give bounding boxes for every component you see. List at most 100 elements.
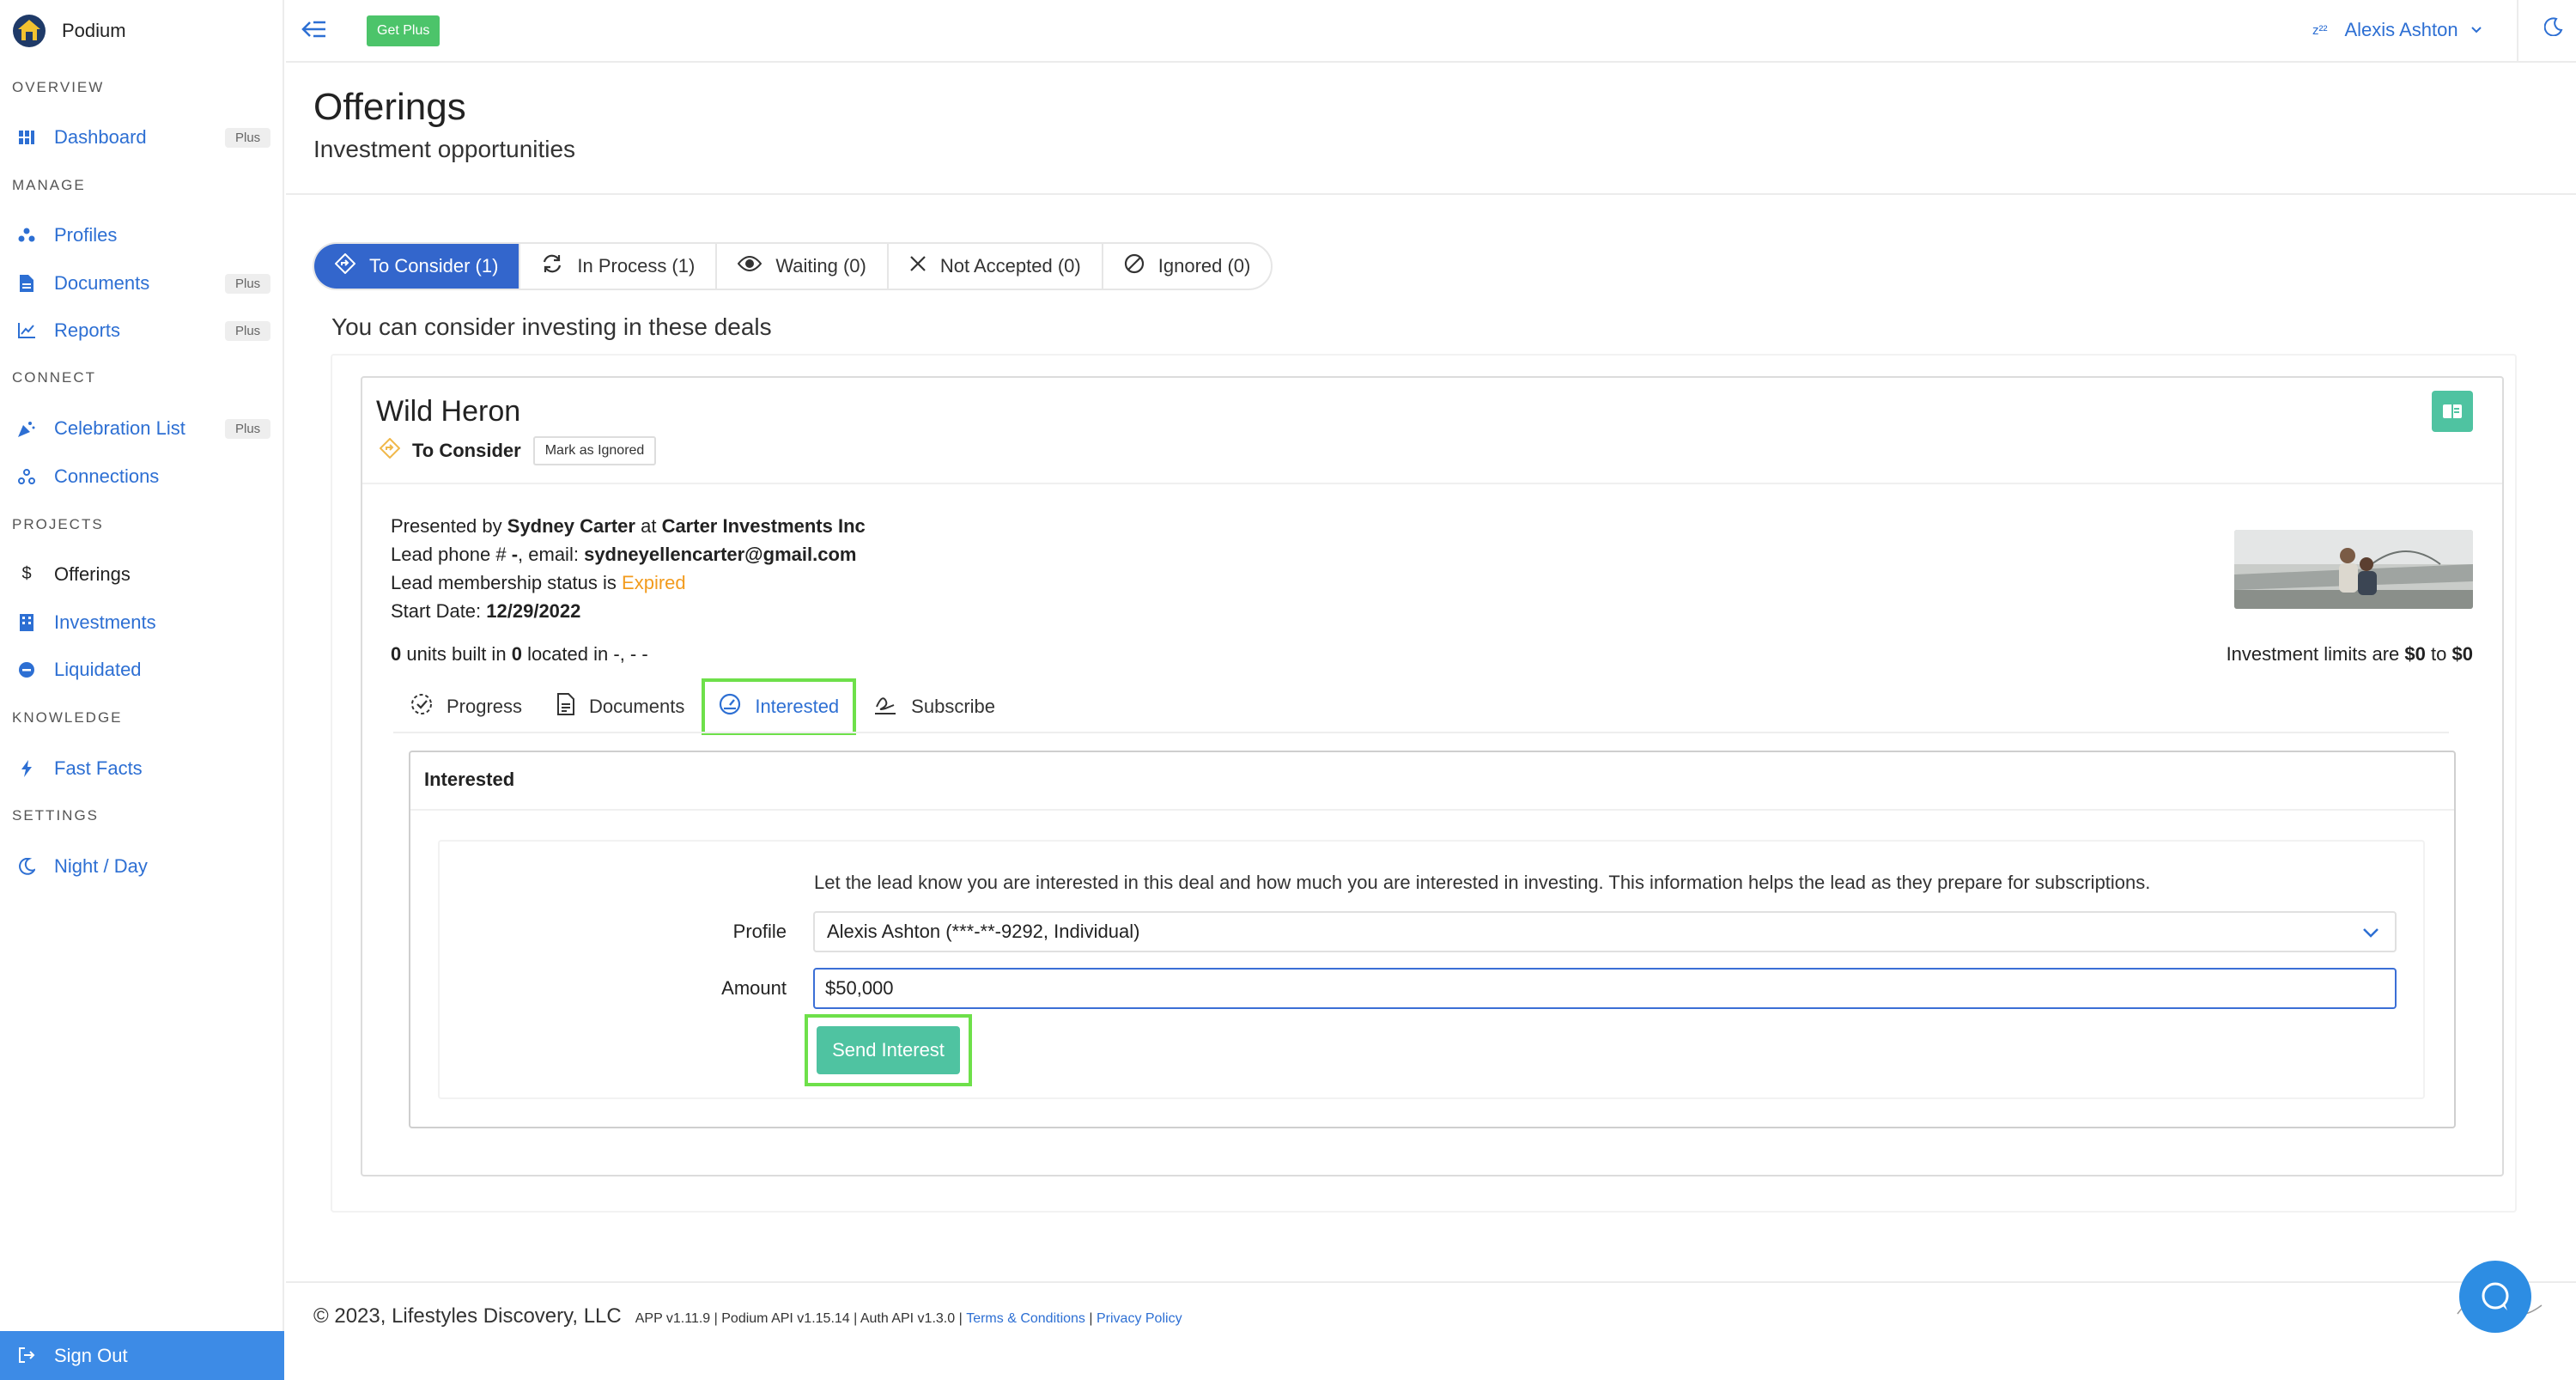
offering-status-tabs: To Consider (1) In Process (1) Waiting (…: [313, 242, 1273, 290]
sidebar-item-label: Liquidated: [54, 659, 142, 680]
signature-icon: [873, 693, 897, 721]
deal-details-button[interactable]: [2432, 391, 2473, 432]
subtab-divider: [393, 732, 2449, 733]
email-prefix: , email:: [518, 544, 579, 565]
panel-divider: [410, 809, 2454, 811]
file-icon: [17, 274, 36, 293]
send-interest-highlight: Send Interest: [805, 1014, 972, 1086]
sidebar-item-reports[interactable]: Reports Plus: [0, 311, 284, 350]
tab-ignored[interactable]: Ignored (0): [1103, 244, 1272, 289]
subtab-documents[interactable]: Documents: [539, 678, 702, 735]
sidebar-item-documents[interactable]: Documents Plus: [0, 264, 284, 303]
limit-min: $0: [2404, 643, 2426, 665]
sidebar-item-profiles[interactable]: Profiles: [0, 216, 284, 255]
interested-heading: Interested: [424, 769, 515, 790]
sign-out-button[interactable]: Sign Out: [0, 1331, 284, 1380]
user-name: Alexis Ashton: [2344, 19, 2458, 40]
sidebar-item-offerings[interactable]: $ Offerings: [0, 555, 284, 594]
tab-in-process[interactable]: In Process (1): [520, 244, 718, 289]
membership-prefix: Lead membership status is: [391, 572, 617, 593]
footer-divider: [286, 1281, 2576, 1283]
presenter-company: Carter Investments Inc: [661, 515, 866, 537]
network-icon: [17, 467, 36, 486]
x-icon: [909, 254, 927, 278]
sidebar-item-dashboard[interactable]: Dashboard Plus: [0, 118, 284, 157]
chart-icon: [17, 321, 36, 340]
users-icon: [17, 226, 36, 245]
chevron-down-icon: [2362, 921, 2379, 944]
version-info: APP v1.11.9 | Podium API v1.15.14 | Auth…: [635, 1311, 963, 1326]
sidebar-item-label: Documents: [54, 272, 150, 294]
limits-prefix: Investment limits are: [2226, 643, 2400, 665]
theme-toggle-moon-icon[interactable]: [2543, 17, 2563, 42]
party-icon: [17, 419, 36, 438]
dashboard-icon: [17, 128, 36, 147]
lead-phone-prefix: Lead phone #: [391, 544, 507, 565]
sidebar-item-night-day[interactable]: Night / Day: [0, 847, 284, 886]
refresh-icon: [541, 253, 563, 280]
page-title: Offerings: [313, 86, 466, 128]
units-mid: units built in: [406, 643, 507, 665]
deal-title: Wild Heron: [376, 395, 521, 428]
sidebar-item-fast-facts[interactable]: Fast Facts: [0, 749, 284, 788]
located-mid: located in: [527, 643, 609, 665]
presented-by-line: Presented by Sydney Carter at Carter Inv…: [391, 515, 866, 538]
sidebar-item-label: Celebration List: [54, 417, 185, 439]
sidebar-item-label: Profiles: [54, 224, 118, 246]
profile-select[interactable]: Alexis Ashton (***-**-9292, Individual): [813, 911, 2397, 952]
tab-label: Not Accepted (0): [939, 255, 1081, 277]
tab-to-consider[interactable]: To Consider (1): [314, 244, 521, 289]
tab-not-accepted[interactable]: Not Accepted (0): [889, 244, 1103, 289]
plus-badge: Plus: [225, 127, 271, 148]
tab-waiting[interactable]: Waiting (0): [717, 244, 889, 289]
privacy-link[interactable]: Privacy Policy: [1097, 1311, 1182, 1327]
sidebar-item-label: Investments: [54, 611, 156, 633]
units-line: 0 units built in 0 located in -, - -: [391, 643, 648, 666]
plus-badge: Plus: [225, 273, 271, 294]
subtab-subscribe[interactable]: Subscribe: [856, 678, 1012, 735]
building-icon: [17, 613, 36, 632]
tab-label: Ignored (0): [1157, 255, 1251, 277]
copyright: © 2023, Lifestyles Discovery, LLC: [313, 1304, 622, 1328]
section-projects: PROJECTS: [12, 516, 104, 532]
minus-circle-icon: [17, 660, 36, 679]
brand-name: Podium: [62, 20, 126, 41]
user-menu[interactable]: z²² Alexis Ashton: [2312, 19, 2482, 41]
page-subtitle: Investment opportunities: [313, 136, 576, 162]
section-settings: SETTINGS: [12, 807, 100, 824]
subtab-progress[interactable]: Progress: [393, 678, 539, 735]
diamond-sign-icon: [334, 252, 356, 280]
deal-photo: [2234, 530, 2473, 609]
terms-link[interactable]: Terms & Conditions: [966, 1311, 1085, 1327]
subtab-interested[interactable]: Interested: [702, 678, 857, 735]
sign-out-label: Sign Out: [54, 1344, 128, 1366]
amount-input[interactable]: [813, 968, 2397, 1009]
subtab-label: Progress: [447, 696, 523, 717]
sidebar-item-celebration-list[interactable]: Celebration List Plus: [0, 409, 284, 448]
tab-label: To Consider (1): [369, 255, 499, 277]
located-count: 0: [511, 643, 522, 665]
card-divider: [362, 483, 2502, 484]
profile-label: Profile: [732, 921, 787, 942]
section-manage: MANAGE: [12, 177, 86, 193]
chat-support-button[interactable]: [2459, 1261, 2531, 1333]
mark-as-ignored-button[interactable]: Mark as Ignored: [532, 436, 657, 465]
sidebar-item-investments[interactable]: Investments: [0, 603, 284, 642]
brand[interactable]: Podium: [12, 14, 126, 48]
send-interest-button[interactable]: Send Interest: [817, 1026, 960, 1074]
sidebar-item-liquidated[interactable]: Liquidated: [0, 650, 284, 690]
sidebar-item-connections[interactable]: Connections: [0, 457, 284, 496]
collapse-sidebar-button[interactable]: [301, 19, 327, 45]
collapse-arrow-icon: [301, 21, 325, 38]
sidebar-item-label: Connections: [54, 465, 160, 487]
limit-to: to: [2431, 643, 2447, 665]
interest-help-text: Let the lead know you are interested in …: [814, 872, 2151, 893]
lead-membership-line: Lead membership status is Expired: [391, 572, 686, 594]
get-plus-button[interactable]: Get Plus: [367, 15, 440, 46]
eye-icon: [738, 254, 762, 278]
subtab-label: Documents: [589, 696, 685, 717]
amount-label: Amount: [721, 977, 787, 999]
subtab-label: Interested: [755, 696, 840, 717]
units-count: 0: [391, 643, 402, 665]
tab-label: In Process (1): [577, 255, 696, 277]
